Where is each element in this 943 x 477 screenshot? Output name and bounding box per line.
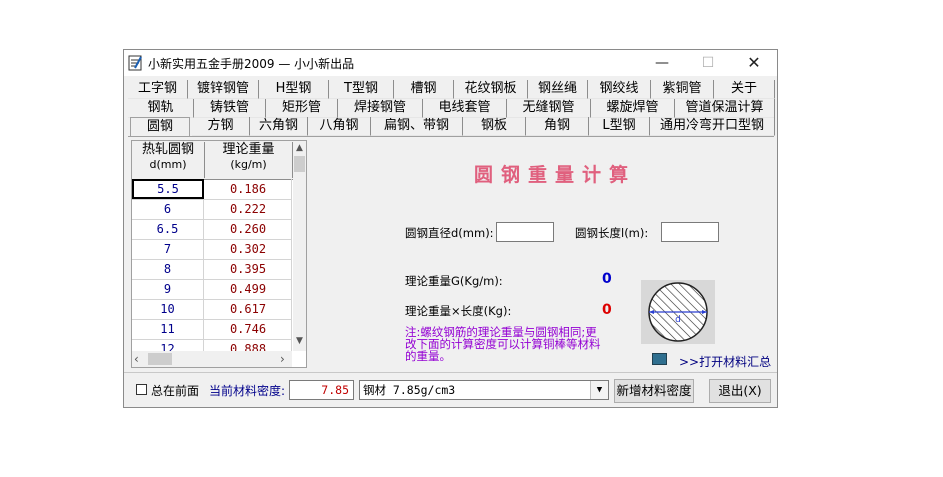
- table-row[interactable]: 6 0.222: [132, 199, 292, 220]
- always-on-top-checkbox[interactable]: [136, 384, 147, 395]
- diameter-label: 圆钢直径d(mm):: [405, 226, 494, 240]
- exit-button[interactable]: 退出(X): [709, 379, 771, 403]
- maximize-button[interactable]: ☐: [685, 50, 731, 76]
- tab-checkered-plate[interactable]: 花纹钢板: [454, 80, 528, 99]
- tab-angle[interactable]: 角钢: [526, 117, 589, 136]
- calc-title: 圆钢重量计算: [474, 164, 637, 186]
- add-density-button[interactable]: 新增材料密度: [614, 379, 694, 403]
- tab-square-bar[interactable]: 方钢: [192, 117, 250, 136]
- app-icon: [128, 55, 142, 71]
- tab-conduit[interactable]: 电线套管: [423, 99, 507, 118]
- tab-rectangular-tube[interactable]: 矩形管: [266, 99, 338, 118]
- tab-rail[interactable]: 钢轨: [128, 99, 194, 118]
- material-select[interactable]: 钢材 7.85g/cm3 ▼: [359, 380, 609, 400]
- total-weight-value: 0: [602, 302, 612, 318]
- open-material-summary-link[interactable]: >>打开材料汇总: [679, 353, 771, 370]
- table-row[interactable]: 10 0.617: [132, 299, 292, 320]
- round-bar-diagram: d: [641, 280, 715, 344]
- table-row[interactable]: 7 0.302: [132, 239, 292, 260]
- window-title: 小新实用五金手册2009 — 小小新出品: [148, 57, 355, 71]
- col-diameter-header: 热轧圆钢 d(mm): [132, 142, 205, 178]
- tab-about[interactable]: 关于: [714, 80, 775, 99]
- tab-octagon-bar[interactable]: 八角钢: [308, 117, 371, 136]
- main-window: 小新实用五金手册2009 — 小小新出品 — ☐ ✕ 工字钢 镀锌钢管 H型钢 …: [123, 49, 778, 408]
- tab-steel-plate[interactable]: 钢板: [463, 117, 526, 136]
- close-button[interactable]: ✕: [731, 50, 777, 76]
- length-input[interactable]: [661, 222, 719, 242]
- table-row[interactable]: 9 0.499: [132, 279, 292, 300]
- density-label: 当前材料密度:: [209, 384, 286, 398]
- tab-cast-iron-pipe[interactable]: 铸铁管: [194, 99, 266, 118]
- tab-welded-pipe[interactable]: 焊接钢管: [338, 99, 423, 118]
- tab-galvanized-pipe[interactable]: 镀锌钢管: [188, 80, 259, 99]
- round-bar-table[interactable]: 热轧圆钢 d(mm) 理论重量 (kg/m) 5.5 0.186 6 0.222 6.5…: [131, 140, 307, 368]
- calculator-icon[interactable]: [652, 353, 667, 365]
- vertical-scrollbar[interactable]: ▲ ▼: [293, 141, 306, 351]
- tab-wire-rope[interactable]: 钢丝绳: [528, 80, 588, 99]
- table-row[interactable]: 6.5 0.260: [132, 219, 292, 240]
- weight-per-meter-label: 理论重量G(Kg/m):: [405, 274, 503, 288]
- tab-flat-bar[interactable]: 扁钢、带钢: [371, 117, 463, 136]
- table-row[interactable]: 8 0.395: [132, 259, 292, 280]
- diameter-input[interactable]: [496, 222, 554, 242]
- tab-l-beam[interactable]: L型钢: [589, 117, 650, 136]
- tab-hex-bar[interactable]: 六角钢: [250, 117, 308, 136]
- tab-channel[interactable]: 槽钢: [394, 80, 454, 99]
- tab-divider: [128, 136, 774, 137]
- table-header: 热轧圆钢 d(mm) 理论重量 (kg/m): [132, 141, 306, 180]
- table-row[interactable]: 11 0.746: [132, 319, 292, 340]
- scroll-down-icon[interactable]: ▼: [293, 334, 306, 349]
- tab-round-bar[interactable]: 圆钢: [130, 117, 190, 136]
- bottom-bar: 总在前面 当前材料密度: 7.85 钢材 7.85g/cm3 ▼ 新增材料密度 …: [124, 372, 777, 409]
- rebar-note: 注:螺纹钢筋的理论重量与圆钢相同;更改下面的计算密度可以计算铜棒等材料的重量。: [405, 325, 601, 363]
- horizontal-scrollbar[interactable]: ‹ ›: [132, 351, 292, 367]
- chevron-down-icon[interactable]: ▼: [590, 381, 608, 399]
- scroll-thumb[interactable]: [294, 156, 305, 172]
- tab-t-beam[interactable]: T型钢: [329, 80, 394, 99]
- scroll-right-icon[interactable]: ›: [280, 351, 285, 367]
- scroll-left-icon[interactable]: ‹: [134, 351, 139, 367]
- tab-i-beam[interactable]: 工字钢: [128, 80, 188, 99]
- tab-seamless-pipe[interactable]: 无缝钢管: [507, 99, 591, 118]
- minimize-button[interactable]: —: [639, 50, 685, 76]
- table-row[interactable]: 5.5 0.186: [132, 179, 292, 200]
- diagram-d-label: d: [675, 315, 681, 325]
- tab-copper-tube[interactable]: 紫铜管: [651, 80, 714, 99]
- length-label: 圆钢长度l(m):: [575, 226, 649, 240]
- always-on-top-label: 总在前面: [151, 384, 200, 398]
- hscroll-thumb[interactable]: [148, 353, 172, 365]
- tab-spiral-pipe[interactable]: 螺旋焊管: [591, 99, 675, 118]
- tab-cold-formed[interactable]: 通用冷弯开口型钢: [650, 117, 775, 136]
- title-bar: 小新实用五金手册2009 — 小小新出品 — ☐ ✕: [124, 50, 777, 76]
- material-select-value: 钢材 7.85g/cm3: [363, 383, 456, 397]
- tab-pipe-insulation[interactable]: 管道保温计算: [675, 99, 775, 118]
- total-weight-label: 理论重量×长度(Kg):: [405, 304, 512, 318]
- tab-h-beam[interactable]: H型钢: [259, 80, 329, 99]
- density-input[interactable]: 7.85: [289, 380, 354, 400]
- tab-steel-strand[interactable]: 钢绞线: [588, 80, 651, 99]
- scroll-up-icon[interactable]: ▲: [293, 141, 306, 156]
- col-weight-header: 理论重量 (kg/m): [205, 142, 293, 178]
- weight-per-meter-value: 0: [602, 271, 612, 287]
